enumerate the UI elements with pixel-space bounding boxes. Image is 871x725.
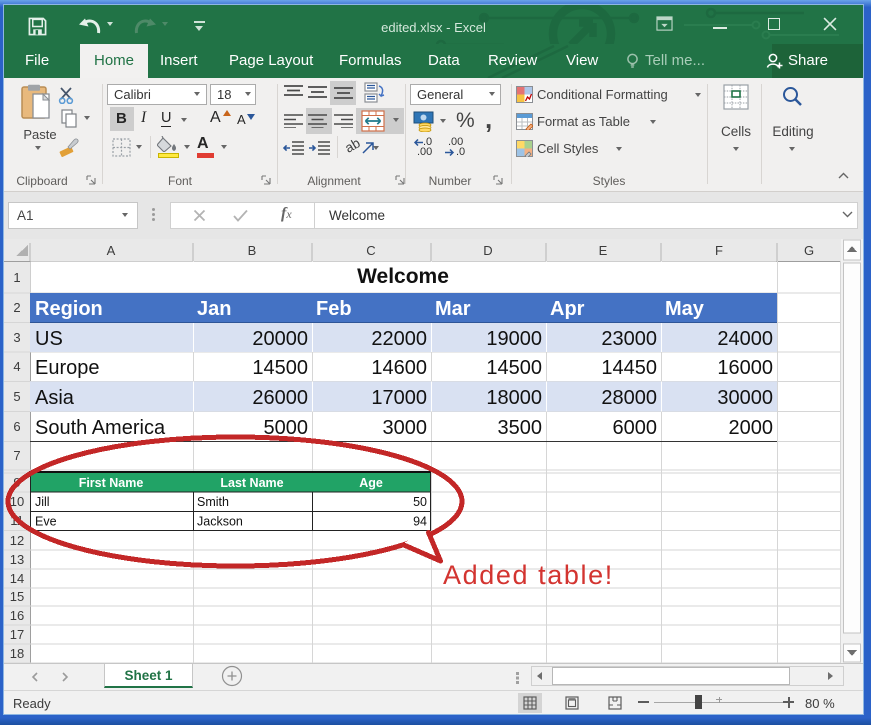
- svg-text:Smith: Smith: [197, 495, 229, 509]
- svg-text:10: 10: [10, 494, 24, 509]
- svg-text:7: 7: [13, 448, 20, 463]
- svg-text:6: 6: [13, 419, 20, 434]
- svg-text:C: C: [366, 243, 375, 258]
- svg-text:14450: 14450: [601, 357, 657, 379]
- svg-text:16: 16: [10, 608, 24, 623]
- svg-text:Region: Region: [35, 298, 103, 320]
- svg-text:3000: 3000: [383, 417, 428, 439]
- svg-text:Eve: Eve: [35, 515, 57, 529]
- svg-text:Jan: Jan: [197, 298, 231, 320]
- svg-text:3500: 3500: [498, 417, 543, 439]
- svg-text:2000: 2000: [729, 417, 774, 439]
- svg-text:B: B: [248, 243, 257, 258]
- svg-text:4: 4: [13, 359, 20, 374]
- svg-text:US: US: [35, 328, 63, 350]
- svg-text:18: 18: [10, 646, 24, 661]
- svg-text:14600: 14600: [371, 357, 427, 379]
- svg-text:14500: 14500: [486, 357, 542, 379]
- svg-text:50: 50: [413, 495, 427, 509]
- svg-text:24000: 24000: [717, 328, 773, 350]
- svg-text:3: 3: [13, 330, 20, 345]
- svg-text:17: 17: [10, 627, 24, 642]
- svg-text:Age: Age: [359, 476, 383, 490]
- svg-text:1: 1: [13, 270, 20, 285]
- svg-text:Europe: Europe: [35, 357, 100, 379]
- svg-text:South America: South America: [35, 417, 166, 439]
- svg-text:Last Name: Last Name: [220, 476, 283, 490]
- svg-text:5: 5: [13, 389, 20, 404]
- svg-text:30000: 30000: [717, 387, 773, 409]
- svg-text:D: D: [483, 243, 492, 258]
- svg-text:May: May: [665, 298, 705, 320]
- svg-text:Jackson: Jackson: [197, 515, 243, 529]
- svg-text:G: G: [804, 243, 814, 258]
- svg-text:19000: 19000: [486, 328, 542, 350]
- svg-text:26000: 26000: [252, 387, 308, 409]
- svg-text:Mar: Mar: [435, 298, 471, 320]
- svg-text:17000: 17000: [371, 387, 427, 409]
- svg-text:6000: 6000: [613, 417, 658, 439]
- svg-text:16000: 16000: [717, 357, 773, 379]
- svg-text:Feb: Feb: [316, 298, 352, 320]
- svg-text:A: A: [107, 243, 116, 258]
- svg-text:Apr: Apr: [550, 298, 585, 320]
- svg-text:13: 13: [10, 552, 24, 567]
- svg-text:94: 94: [413, 515, 427, 529]
- svg-text:Jill: Jill: [35, 495, 50, 509]
- svg-text:Asia: Asia: [35, 387, 75, 409]
- svg-text:2: 2: [13, 300, 20, 315]
- svg-text:28000: 28000: [601, 387, 657, 409]
- svg-text:Welcome: Welcome: [357, 265, 449, 288]
- svg-text:22000: 22000: [371, 328, 427, 350]
- svg-text:23000: 23000: [601, 328, 657, 350]
- svg-text:F: F: [715, 243, 723, 258]
- svg-text:15: 15: [10, 589, 24, 604]
- svg-text:Added table!: Added table!: [443, 560, 614, 590]
- svg-text:First Name: First Name: [79, 476, 144, 490]
- svg-text:14: 14: [10, 571, 24, 586]
- svg-text:20000: 20000: [252, 328, 308, 350]
- svg-text:12: 12: [10, 533, 24, 548]
- svg-text:18000: 18000: [486, 387, 542, 409]
- svg-text:E: E: [599, 243, 608, 258]
- svg-text:14500: 14500: [252, 357, 308, 379]
